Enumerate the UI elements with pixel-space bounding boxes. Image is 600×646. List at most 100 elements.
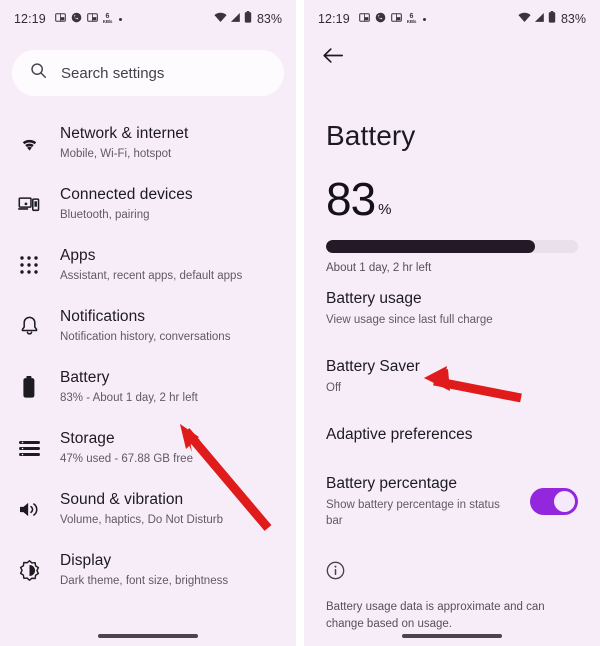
dot-icon xyxy=(119,17,123,21)
back-button[interactable] xyxy=(304,38,600,78)
search-icon xyxy=(30,62,47,84)
sidebar-item-text: Display Dark theme, font size, brightnes… xyxy=(60,550,228,589)
apps-grid-icon xyxy=(16,252,42,278)
battery-progress-bar xyxy=(326,240,578,253)
cellular-signal-icon xyxy=(230,10,241,28)
battery-saver-title: Battery Saver xyxy=(326,358,420,375)
settings-screen: 12:19 6 KB/s 83% Search settings Network… xyxy=(0,0,296,646)
home-indicator xyxy=(402,634,502,638)
data-rate-unit: KB/s xyxy=(102,19,113,25)
page-title: Battery xyxy=(326,120,416,151)
sidebar-item-subtitle: Mobile, Wi-Fi, hotspot xyxy=(60,148,172,160)
sidebar-item-title: Battery xyxy=(60,369,110,386)
picture-in-picture-icon xyxy=(358,10,370,28)
sidebar-item-title: Sound & vibration xyxy=(60,491,184,508)
sidebar-item-subtitle: 83% - About 1 day, 2 hr left xyxy=(60,392,198,404)
battery-percentage-subtitle: Show battery percentage in status bar xyxy=(326,499,500,527)
sidebar-item-text: Network & internet Mobile, Wi-Fi, hotspo… xyxy=(60,123,188,162)
battery-level-value: 83 xyxy=(326,173,376,225)
storage-icon xyxy=(16,435,42,461)
search-placeholder: Search settings xyxy=(61,64,165,82)
sidebar-item-title: Network & internet xyxy=(60,125,189,142)
percent-symbol: % xyxy=(378,201,392,218)
home-indicator xyxy=(98,634,198,638)
status-bar-notification-icons: 6 KB/s xyxy=(358,10,427,28)
sidebar-item-subtitle: Volume, haptics, Do Not Disturb xyxy=(60,514,223,526)
sidebar-item-battery[interactable]: Battery 83% - About 1 day, 2 hr left xyxy=(0,356,296,417)
battery-percentage-title: Battery percentage xyxy=(326,475,457,492)
wifi-icon xyxy=(16,130,42,156)
sidebar-item-title: Display xyxy=(60,552,112,569)
battery-saver-item[interactable]: Battery Saver Off xyxy=(304,342,600,410)
bell-icon xyxy=(16,313,42,339)
data-rate-unit: KB/s xyxy=(406,19,417,25)
sidebar-item-text: Storage 47% used - 67.88 GB free xyxy=(60,428,193,467)
wifi-icon xyxy=(518,10,531,28)
status-bar-system-icons: 83% xyxy=(518,10,586,28)
battery-icon xyxy=(244,10,252,28)
sidebar-item-subtitle: Bluetooth, pairing xyxy=(60,209,150,221)
adaptive-preferences-title: Adaptive preferences xyxy=(326,426,473,443)
sidebar-item-text: Apps Assistant, recent apps, default app… xyxy=(60,245,242,284)
sidebar-item-subtitle: Assistant, recent apps, default apps xyxy=(60,270,243,282)
battery-progress-fill xyxy=(326,240,536,253)
picture-in-picture-icon xyxy=(86,10,98,28)
sidebar-item-title: Notifications xyxy=(60,308,146,325)
picture-in-picture-icon xyxy=(54,10,66,28)
battery-level-display: 83 % xyxy=(304,152,600,222)
status-bar-clock: 12:19 xyxy=(14,12,46,26)
sidebar-item-title: Apps xyxy=(60,247,96,264)
sidebar-item-text: Battery 83% - About 1 day, 2 hr left xyxy=(60,367,198,406)
battery-icon xyxy=(16,374,42,400)
search-input[interactable]: Search settings xyxy=(12,50,284,96)
battery-footnote: Battery usage data is approximate and ca… xyxy=(326,601,545,630)
sidebar-item-subtitle: Notification history, conversations xyxy=(60,331,231,343)
status-bar-right: 12:19 6 KB/s 83% xyxy=(304,0,600,38)
data-rate-icon: 6 KB/s xyxy=(406,13,417,25)
battery-usage-item[interactable]: Battery usage View usage since last full… xyxy=(304,274,600,342)
panel-divider xyxy=(296,0,304,646)
cellular-signal-icon xyxy=(534,10,545,28)
sidebar-item-network-internet[interactable]: Network & internet Mobile, Wi-Fi, hotspo… xyxy=(0,112,296,173)
sidebar-item-subtitle: Dark theme, font size, brightness xyxy=(60,575,229,587)
status-bar-notification-icons: 6 KB/s xyxy=(54,10,123,28)
phone-call-icon xyxy=(375,10,386,28)
phone-call-icon xyxy=(71,10,82,28)
sidebar-item-notifications[interactable]: Notifications Notification history, conv… xyxy=(0,295,296,356)
picture-in-picture-icon xyxy=(390,10,402,28)
info-circle-icon xyxy=(304,543,600,585)
battery-saver-status: Off xyxy=(326,382,342,394)
wifi-icon xyxy=(214,10,227,28)
volume-icon xyxy=(16,496,42,522)
sidebar-item-display[interactable]: Display Dark theme, font size, brightnes… xyxy=(0,539,296,600)
sidebar-item-title: Connected devices xyxy=(60,186,193,203)
battery-usage-subtitle: View usage since last full charge xyxy=(326,314,493,326)
battery-usage-title: Battery usage xyxy=(326,290,422,307)
status-bar-clock: 12:19 xyxy=(318,12,350,26)
sidebar-item-text: Connected devices Bluetooth, pairing xyxy=(60,184,193,223)
battery-percentage-toggle[interactable] xyxy=(530,488,578,515)
sidebar-item-connected-devices[interactable]: Connected devices Bluetooth, pairing xyxy=(0,173,296,234)
battery-percentage-item[interactable]: Battery percentage Show battery percenta… xyxy=(304,459,600,543)
sidebar-item-title: Storage xyxy=(60,430,115,447)
status-bar-battery-percent: 83% xyxy=(256,12,282,26)
connected-devices-icon xyxy=(16,191,42,217)
data-rate-icon: 6 KB/s xyxy=(102,13,113,25)
settings-list: Network & internet Mobile, Wi-Fi, hotspo… xyxy=(0,112,296,600)
battery-time-left: About 1 day, 2 hr left xyxy=(326,262,432,274)
sidebar-item-subtitle: 47% used - 67.88 GB free xyxy=(60,453,193,465)
sidebar-item-text: Sound & vibration Volume, haptics, Do No… xyxy=(60,489,223,528)
sidebar-item-text: Notifications Notification history, conv… xyxy=(60,306,230,345)
dot-icon xyxy=(423,17,427,21)
battery-percentage-text: Battery percentage Show battery percenta… xyxy=(326,474,518,529)
toggle-knob xyxy=(554,491,575,512)
brightness-icon xyxy=(16,557,42,583)
sidebar-item-apps[interactable]: Apps Assistant, recent apps, default app… xyxy=(0,234,296,295)
status-bar-system-icons: 83% xyxy=(214,10,282,28)
sidebar-item-sound-vibration[interactable]: Sound & vibration Volume, haptics, Do No… xyxy=(0,478,296,539)
screenshot-stage: 12:19 6 KB/s 83% Search settings Network… xyxy=(0,0,600,646)
sidebar-item-storage[interactable]: Storage 47% used - 67.88 GB free xyxy=(0,417,296,478)
adaptive-preferences-item[interactable]: Adaptive preferences xyxy=(304,410,600,459)
battery-screen: 12:19 6 KB/s 83% Battery 83 % About 1 da… xyxy=(304,0,600,646)
status-bar-battery-percent: 83% xyxy=(560,12,586,26)
